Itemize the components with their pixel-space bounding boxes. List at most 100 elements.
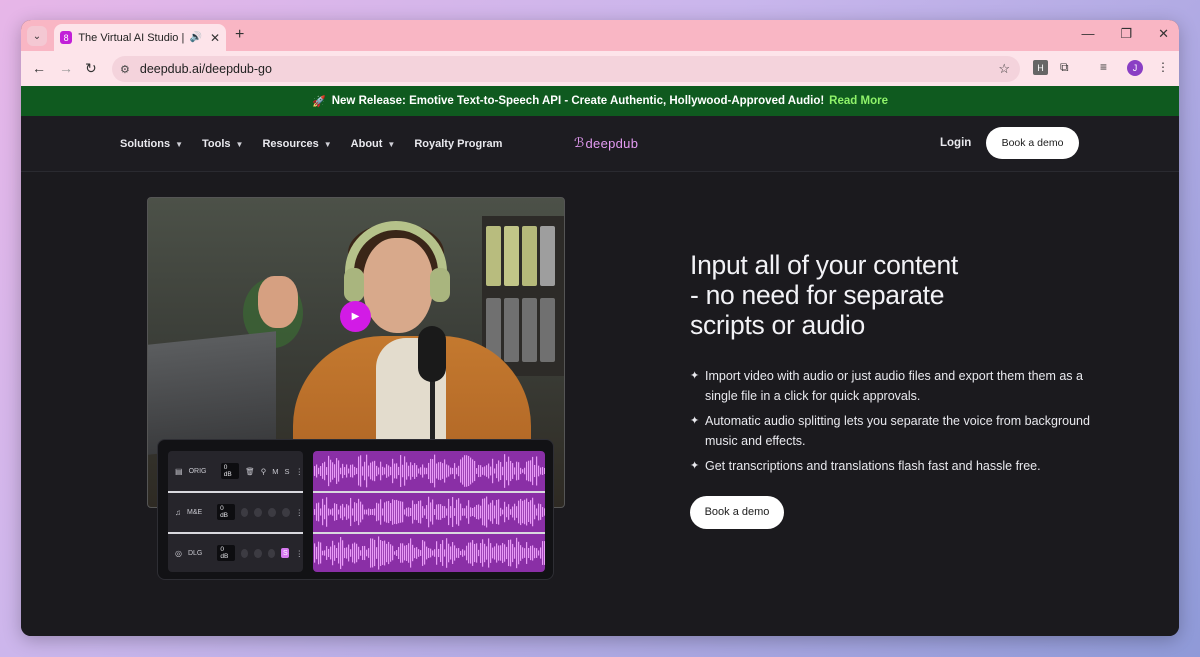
waveform-bar xyxy=(324,550,326,556)
waveform-bar xyxy=(462,549,464,557)
waveform-bar xyxy=(320,542,322,564)
waveform-bar xyxy=(412,465,414,477)
waveform-bar xyxy=(406,462,408,480)
nav-royalty-program[interactable]: Royalty Program xyxy=(414,138,502,150)
waveform-bar xyxy=(348,468,350,474)
address-bar[interactable]: ⚙ deepdub.ai/deepdub-go ☆ xyxy=(112,56,1020,82)
waveform-bar xyxy=(426,546,428,560)
control-dot xyxy=(267,548,276,558)
waveform-bar xyxy=(370,462,372,480)
new-tab-button[interactable]: + xyxy=(235,26,244,44)
waveform-bar xyxy=(506,506,508,518)
waveform-bar xyxy=(428,462,430,480)
speaker-icon[interactable]: 🔊 xyxy=(189,32,201,43)
waveform-bar xyxy=(408,507,410,517)
waveform-bar xyxy=(524,499,526,525)
waveform-bar xyxy=(382,541,384,565)
waveform-bar xyxy=(452,497,454,527)
media-controls-icon[interactable]: ≡ xyxy=(1100,60,1107,74)
reload-icon[interactable]: ↻ xyxy=(85,60,97,77)
waveform-bar xyxy=(384,502,386,522)
waveform-bar xyxy=(532,545,534,561)
waveform-bar xyxy=(382,466,384,476)
waveform-bar xyxy=(320,508,322,516)
kebab-menu-icon[interactable]: ⋮ xyxy=(1157,60,1169,74)
nav-solutions[interactable]: Solutions ▼ xyxy=(120,138,183,150)
waveform-bar xyxy=(334,503,336,521)
waveform-bar xyxy=(316,503,318,521)
tab-bar: ⌄ 8 The Virtual AI Studio | Deep 🔊 ✕ + —… xyxy=(21,20,1179,51)
browser-tab[interactable]: 8 The Virtual AI Studio | Deep 🔊 ✕ xyxy=(54,24,226,51)
waveform-bar xyxy=(446,508,448,516)
book-demo-header-button[interactable]: Book a demo xyxy=(986,127,1079,159)
deepdub-logo[interactable]: ℬ deepdub xyxy=(574,135,638,151)
waveform-bar xyxy=(314,543,316,563)
bookmark-star-icon[interactable]: ☆ xyxy=(998,61,1010,77)
book-demo-hero-button[interactable]: Book a demo xyxy=(690,495,784,529)
waveform-bar xyxy=(438,462,440,480)
play-button[interactable]: ▶ xyxy=(340,301,371,332)
waveform-bar xyxy=(484,543,486,563)
waveform-dlg xyxy=(314,536,545,570)
waveform-bar xyxy=(390,544,392,562)
waveform-bar xyxy=(378,503,380,521)
waveform-bar xyxy=(374,539,376,567)
waveform-bar xyxy=(330,459,332,483)
waveform-bar xyxy=(460,550,462,556)
waveform-bar xyxy=(316,546,318,560)
waveform-bar xyxy=(542,467,544,475)
nav-about[interactable]: About ▼ xyxy=(351,138,396,150)
waveform-bar xyxy=(344,507,346,517)
browser-window: ⌄ 8 The Virtual AI Studio | Deep 🔊 ✕ + —… xyxy=(21,20,1179,636)
waveform-bar xyxy=(394,463,396,479)
waveform-bar xyxy=(446,464,448,478)
read-more-link[interactable]: Read More xyxy=(829,95,888,107)
waveform-bar xyxy=(352,543,354,563)
solo-active: S xyxy=(281,548,290,558)
nav-resources[interactable]: Resources ▼ xyxy=(262,138,331,150)
site-info-icon[interactable]: ⚙ xyxy=(120,63,130,76)
waveform-bar xyxy=(408,465,410,477)
waveform-bar xyxy=(536,508,538,516)
waveform-bar xyxy=(328,548,330,558)
waveform-bar xyxy=(438,548,440,558)
waveform-bar xyxy=(490,543,492,563)
waveform-bar xyxy=(380,499,382,525)
forward-arrow-icon[interactable]: → xyxy=(59,60,73,76)
headline-line: Input all of your content xyxy=(690,250,958,280)
waveform-bar xyxy=(424,467,426,475)
minimize-icon[interactable]: — xyxy=(1081,26,1094,42)
feature-item: ✦ Get transcriptions and translations fl… xyxy=(690,457,1090,477)
control-dot xyxy=(240,507,249,517)
close-window-icon[interactable]: ✕ xyxy=(1158,26,1169,42)
waveform-bar xyxy=(428,548,430,558)
nav-label: Resources xyxy=(262,138,319,150)
waveform-bar xyxy=(352,464,354,478)
solo-toggle: S xyxy=(284,466,290,476)
restore-icon[interactable]: ❐ xyxy=(1120,26,1132,42)
login-link[interactable]: Login xyxy=(940,137,971,149)
puzzle-icon[interactable]: ⧉ xyxy=(1060,60,1069,75)
profile-avatar[interactable]: J xyxy=(1127,60,1143,76)
chevron-down-icon: ⌄ xyxy=(32,30,42,42)
waveform-bar xyxy=(422,540,424,566)
waveform-bar xyxy=(476,468,478,474)
waveform-bar xyxy=(380,461,382,481)
waveform-bar xyxy=(414,504,416,520)
waveform-bar xyxy=(436,541,438,565)
chevron-down-icon: ▼ xyxy=(323,139,332,149)
waveform-bar xyxy=(440,543,442,563)
track-gain: 0 dB xyxy=(217,504,235,520)
waveform-bar xyxy=(388,541,390,565)
tab-search-button[interactable]: ⌄ xyxy=(27,26,47,46)
mute-toggle: M xyxy=(272,466,279,476)
waveform-bar xyxy=(466,545,468,561)
nav-tools[interactable]: Tools ▼ xyxy=(202,138,243,150)
close-icon[interactable]: ✕ xyxy=(210,31,220,45)
back-arrow-icon[interactable]: ← xyxy=(32,60,46,76)
control-dot xyxy=(254,548,262,558)
waveform-bar xyxy=(458,498,460,526)
waveform-bar xyxy=(518,500,520,524)
extension-h-icon[interactable]: H xyxy=(1033,60,1048,75)
waveform-bar xyxy=(516,537,518,569)
